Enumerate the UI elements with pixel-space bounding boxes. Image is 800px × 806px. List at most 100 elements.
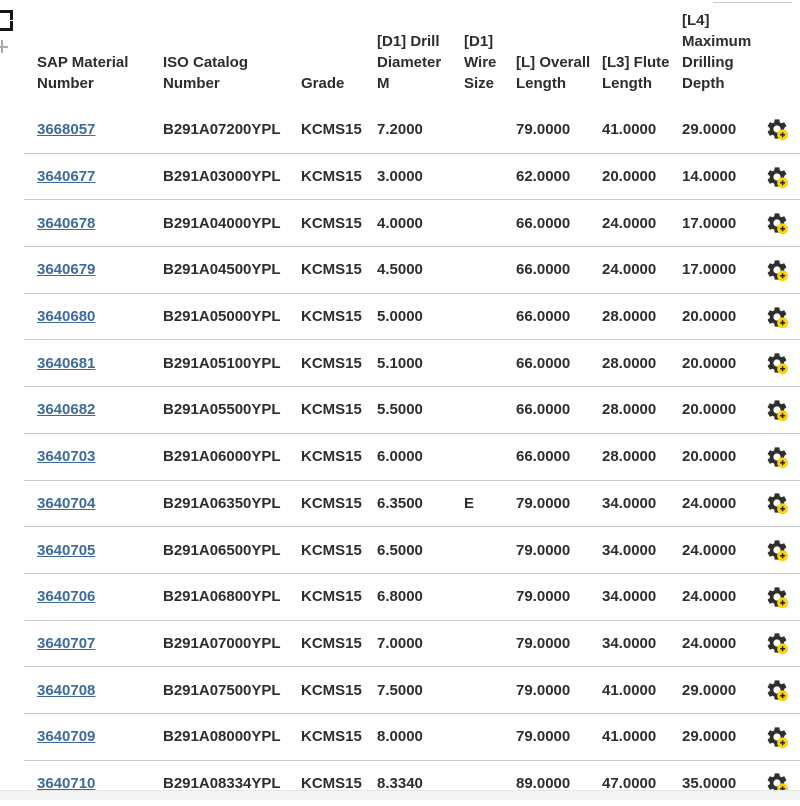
- table-row: 3640705 B291A06500YPLKCMS156.5000 79.00003…: [24, 527, 800, 574]
- drill-diameter-cell: 4.0000: [377, 200, 464, 247]
- flute-length-cell: 34.0000: [602, 620, 682, 667]
- wire-size-cell: [464, 667, 516, 714]
- wire-size-cell: [464, 713, 516, 760]
- sap-material-link[interactable]: 3640705: [37, 542, 95, 559]
- table-row: 3640679B291A04500YPLKCMS154.500066.00002…: [24, 247, 800, 294]
- wire-size-cell: [464, 247, 516, 294]
- gear-add-icon: [765, 117, 789, 141]
- sap-cell: 3640677: [24, 153, 163, 200]
- actions-cell: [765, 153, 800, 200]
- sap-material-link[interactable]: 3640680: [37, 308, 95, 325]
- sap-material-link[interactable]: 3640703: [37, 448, 95, 465]
- sap-material-link[interactable]: 3640707: [37, 635, 95, 652]
- configure-add-gear-button[interactable]: [765, 165, 789, 189]
- iso-catalog-cell: B291A05000YPL: [163, 293, 301, 340]
- flute-length-cell: 41.0000: [602, 106, 682, 153]
- gear-add-icon: [765, 398, 789, 422]
- overall-length-cell: 79.0000: [516, 480, 602, 527]
- top-right-partial-rule: [713, 2, 792, 3]
- configure-add-gear-button[interactable]: [765, 631, 789, 655]
- overall-length-cell: 79.0000: [516, 106, 602, 153]
- gear-add-icon: [765, 165, 789, 189]
- max-drilling-depth-cell: 20.0000: [682, 433, 765, 480]
- flute-length-cell: 34.0000: [602, 480, 682, 527]
- gear-add-icon: [765, 445, 789, 469]
- configure-add-gear-button[interactable]: [765, 117, 789, 141]
- drill-diameter-cell: 6.0000: [377, 433, 464, 480]
- table-row: 3640678B291A04000YPLKCMS154.000066.00002…: [24, 200, 800, 247]
- sap-material-link[interactable]: 3640679: [37, 261, 95, 278]
- gear-add-icon: [765, 491, 789, 515]
- sap-material-link[interactable]: 3668057: [37, 121, 95, 138]
- configure-add-gear-button[interactable]: [765, 211, 789, 235]
- sap-material-link[interactable]: 3640704: [37, 495, 95, 512]
- sap-material-link[interactable]: 3640709: [37, 728, 95, 745]
- iso-catalog-cell: B291A07000YPL: [163, 620, 301, 667]
- flute-length-cell: 24.0000: [602, 200, 682, 247]
- actions-cell: [765, 387, 800, 434]
- configure-add-gear-button[interactable]: [765, 585, 789, 609]
- flute-length-cell: 34.0000: [602, 527, 682, 574]
- grade-cell: KCMS15: [301, 200, 377, 247]
- iso-catalog-cell: B291A06000YPL: [163, 433, 301, 480]
- gear-add-icon: [765, 351, 789, 375]
- flute-length-cell: 28.0000: [602, 433, 682, 480]
- drill-diameter-cell: 6.3500: [377, 480, 464, 527]
- wire-size-cell: [464, 573, 516, 620]
- bottom-scroll-strip: [0, 790, 800, 800]
- gear-add-icon: [765, 258, 789, 282]
- actions-cell: [765, 713, 800, 760]
- max-drilling-depth-cell: 20.0000: [682, 340, 765, 387]
- drill-diameter-cell: 6.5000: [377, 527, 464, 574]
- configure-add-gear-button[interactable]: [765, 445, 789, 469]
- grade-cell: KCMS15: [301, 340, 377, 387]
- sap-material-link[interactable]: 3640706: [37, 588, 95, 605]
- sap-material-link[interactable]: 3640682: [37, 401, 95, 418]
- grade-cell: KCMS15: [301, 573, 377, 620]
- max-drilling-depth-cell: 17.0000: [682, 247, 765, 294]
- overall-length-cell: 66.0000: [516, 293, 602, 340]
- configure-add-gear-button[interactable]: [765, 678, 789, 702]
- overall-length-cell: 66.0000: [516, 247, 602, 294]
- configure-add-gear-button[interactable]: [765, 398, 789, 422]
- sap-cell: 3640681: [24, 340, 163, 387]
- table-row: 3640709B291A08000YPLKCMS158.000079.00004…: [24, 713, 800, 760]
- max-drilling-depth-cell: 24.0000: [682, 527, 765, 574]
- iso-catalog-cell: B291A07200YPL: [163, 106, 301, 153]
- configure-add-gear-button[interactable]: [765, 491, 789, 515]
- iso-catalog-cell: B291A06500YPL: [163, 527, 301, 574]
- configure-add-gear-button[interactable]: [765, 351, 789, 375]
- actions-cell: [765, 480, 800, 527]
- grade-cell: KCMS15: [301, 527, 377, 574]
- configure-add-gear-button[interactable]: [765, 538, 789, 562]
- drill-diameter-cell: 7.2000: [377, 106, 464, 153]
- max-drilling-depth-cell: 29.0000: [682, 667, 765, 714]
- sap-material-link[interactable]: 3640708: [37, 682, 95, 699]
- drill-diameter-cell: 3.0000: [377, 153, 464, 200]
- sap-cell: 3640706: [24, 573, 163, 620]
- flute-length-cell: 20.0000: [602, 153, 682, 200]
- sap-material-link[interactable]: 3640678: [37, 215, 95, 232]
- sap-material-link[interactable]: 3640681: [37, 355, 95, 372]
- table-row: 3640682B291A05500YPLKCMS155.500066.00002…: [24, 387, 800, 434]
- gear-add-icon: [765, 631, 789, 655]
- configure-add-gear-button[interactable]: [765, 305, 789, 329]
- wire-size-cell: [464, 340, 516, 387]
- table-row: 3640704B291A06350YPLKCMS156.3500E79.0000…: [24, 480, 800, 527]
- max-drilling-depth-cell: 20.0000: [682, 387, 765, 434]
- max-drilling-depth-cell: 17.0000: [682, 200, 765, 247]
- iso-catalog-cell: B291A05500YPL: [163, 387, 301, 434]
- sap-cell: 3668057: [24, 106, 163, 153]
- configure-add-gear-button[interactable]: [765, 258, 789, 282]
- iso-catalog-cell: B291A07500YPL: [163, 667, 301, 714]
- configure-add-gear-button[interactable]: [765, 725, 789, 749]
- overall-length-cell: 79.0000: [516, 527, 602, 574]
- wire-size-cell: [464, 200, 516, 247]
- wire-size-cell: [464, 433, 516, 480]
- grade-cell: KCMS15: [301, 620, 377, 667]
- max-drilling-depth-cell: 24.0000: [682, 620, 765, 667]
- overall-length-cell: 66.0000: [516, 387, 602, 434]
- sap-material-link[interactable]: 3640677: [37, 168, 95, 185]
- wire-size-cell: [464, 527, 516, 574]
- overall-length-cell: 79.0000: [516, 667, 602, 714]
